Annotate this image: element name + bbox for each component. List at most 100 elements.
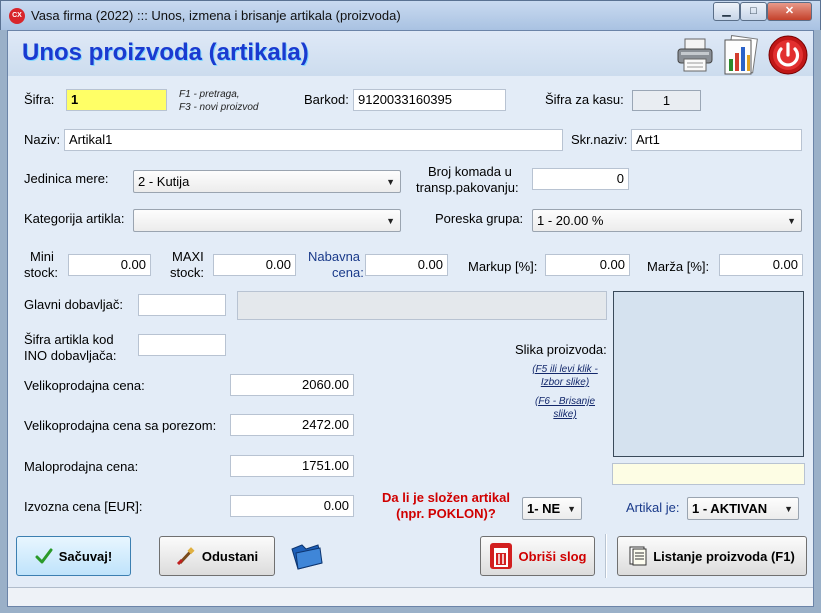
nabavna-cena-input[interactable]: 0.00 (365, 254, 448, 276)
broj-komada-label-1: Broj komada u (428, 164, 512, 179)
sifra-kasa-label: Šifra za kasu: (545, 92, 624, 107)
ino-label-2: INO dobavljača: (24, 348, 117, 363)
izvozna-label: Izvozna cena [EUR]: (24, 499, 143, 514)
maxi-label-2: stock: (170, 265, 204, 280)
header-band: Unos proizvoda (artikala) (8, 31, 813, 76)
slozen-label-2: (npr. POKLON)? (396, 506, 496, 521)
maxi-label-1: MAXI (172, 249, 204, 264)
mp-cena-label: Maloprodajna cena: (24, 459, 139, 474)
izbor-slike-link[interactable]: (F5 ili levi klik - Izbor slike) (512, 363, 618, 389)
close-icon: ✕ (784, 5, 795, 17)
marza-input[interactable]: 0.00 (719, 254, 803, 276)
form-client-area: Unos proizvoda (artikala) Šifra: 1 F1 - … (7, 30, 814, 607)
kategorija-select[interactable]: ▼ (133, 209, 401, 232)
list-icon (629, 546, 647, 566)
status-bar (8, 587, 813, 606)
broj-komada-input[interactable]: 0 (532, 168, 629, 190)
sifra-hint-2: F3 - novi proizvod (179, 102, 259, 113)
poreska-value: 1 - 20.00 % (537, 213, 604, 228)
chevron-down-icon: ▼ (567, 504, 576, 514)
vp-porez-input[interactable]: 2472.00 (230, 414, 354, 436)
minimize-icon: ▁ (722, 5, 731, 17)
window-titlebar: CX Vasa firma (2022) ::: Unos, izmena i … (0, 0, 821, 30)
markup-label: Markup [%]: (468, 259, 538, 274)
list-products-label: Listanje proizvoda (F1) (653, 548, 795, 564)
maxi-stock-input[interactable]: 0.00 (213, 254, 296, 276)
dobavljac-name-field (237, 291, 607, 320)
image-caption-field (612, 463, 805, 485)
ino-sifra-input[interactable] (138, 334, 226, 356)
delete-button[interactable]: Obriši slog (480, 536, 595, 576)
print-button[interactable] (675, 37, 715, 73)
slika-label: Slika proizvoda: (515, 342, 607, 357)
marza-label: Marža [%]: (647, 259, 710, 274)
power-icon (768, 35, 808, 75)
brisanje-slike-line-1: (F6 - Brisanje (534, 396, 595, 407)
exit-button[interactable] (768, 35, 808, 75)
barkod-input[interactable]: 9120033160395 (353, 89, 506, 111)
poreska-label: Poreska grupa: (435, 211, 524, 226)
trash-icon (489, 543, 512, 569)
vp-cena-input[interactable]: 2060.00 (230, 374, 354, 396)
sifra-kasa-field: 1 (632, 90, 701, 111)
sifra-input[interactable]: 1 (66, 89, 167, 111)
chevron-down-icon: ▼ (386, 216, 395, 226)
slozen-label-1: Da li je složen artikal (382, 490, 510, 505)
jedinica-select[interactable]: 2 - Kutija ▼ (133, 170, 401, 193)
chart-report-icon (724, 34, 758, 75)
vp-cena-label: Velikoprodajna cena: (24, 378, 145, 393)
jedinica-label: Jedinica mere: (24, 171, 109, 186)
barkod-label: Barkod: (304, 92, 349, 107)
kategorija-label: Kategorija artikla: (24, 211, 125, 226)
artikal-je-value: 1 - AKTIVAN (692, 501, 768, 516)
izbor-slike-line-1: (F5 ili levi klik - (532, 364, 598, 375)
slozen-value: 1- NE (527, 501, 561, 516)
minimize-button[interactable]: ▁ (713, 2, 740, 21)
sifra-label: Šifra: (24, 92, 55, 107)
folder-icon (291, 544, 323, 570)
close-button[interactable]: ✕ (767, 2, 812, 21)
broj-komada-label-2: transp.pakovanju: (416, 180, 519, 195)
artikal-je-select[interactable]: 1 - AKTIVAN ▼ (687, 497, 799, 520)
mp-cena-input[interactable]: 1751.00 (230, 455, 354, 477)
chevron-down-icon: ▼ (386, 177, 395, 187)
jedinica-value: 2 - Kutija (138, 174, 190, 189)
save-button[interactable]: Sačuvaj! (16, 536, 131, 576)
poreska-select[interactable]: 1 - 20.00 % ▼ (532, 209, 802, 232)
mini-label-2: stock: (24, 265, 58, 280)
product-image-box[interactable] (613, 291, 804, 457)
markup-input[interactable]: 0.00 (545, 254, 630, 276)
save-label: Sačuvaj! (58, 548, 113, 564)
brisanje-slike-link[interactable]: (F6 - Brisanje slike) (512, 395, 618, 421)
skr-naziv-input[interactable]: Art1 (631, 129, 802, 151)
maximize-icon: □ (750, 5, 757, 17)
list-products-button[interactable]: Listanje proizvoda (F1) (617, 536, 807, 576)
artikal-je-label: Artikal je: (626, 500, 680, 515)
vp-porez-label: Velikoprodajna cena sa porezom: (24, 418, 217, 433)
brisanje-slike-line-2: slike) (553, 409, 577, 420)
maximize-button[interactable]: □ (740, 2, 767, 21)
izbor-slike-line-2: Izbor slike) (540, 377, 590, 388)
checkmark-icon (35, 548, 53, 564)
button-separator (605, 534, 607, 578)
chevron-down-icon: ▼ (784, 504, 793, 514)
cancel-button[interactable]: Odustani (159, 536, 275, 576)
cancel-label: Odustani (201, 548, 259, 564)
dobavljac-code-input[interactable] (138, 294, 226, 316)
mini-label-1: Mini (30, 249, 54, 264)
open-folder-button[interactable] (290, 541, 324, 571)
printer-icon (677, 38, 713, 72)
app-icon: CX (9, 8, 25, 24)
ino-label-1: Šifra artikla kod (24, 332, 114, 347)
sifra-hint-1: F1 - pretraga, (179, 89, 240, 100)
izvozna-input[interactable]: 0.00 (230, 495, 354, 517)
skr-naziv-label: Skr.naziv: (571, 132, 628, 147)
brush-icon (176, 547, 195, 565)
chevron-down-icon: ▼ (787, 216, 796, 226)
nabavna-label-1: Nabavna (308, 249, 361, 264)
naziv-input[interactable]: Artikal1 (64, 129, 563, 151)
report-button[interactable] (721, 34, 761, 75)
window-title: Vasa firma (2022) ::: Unos, izmena i bri… (31, 8, 401, 23)
slozen-select[interactable]: 1- NE ▼ (522, 497, 582, 520)
mini-stock-input[interactable]: 0.00 (68, 254, 151, 276)
